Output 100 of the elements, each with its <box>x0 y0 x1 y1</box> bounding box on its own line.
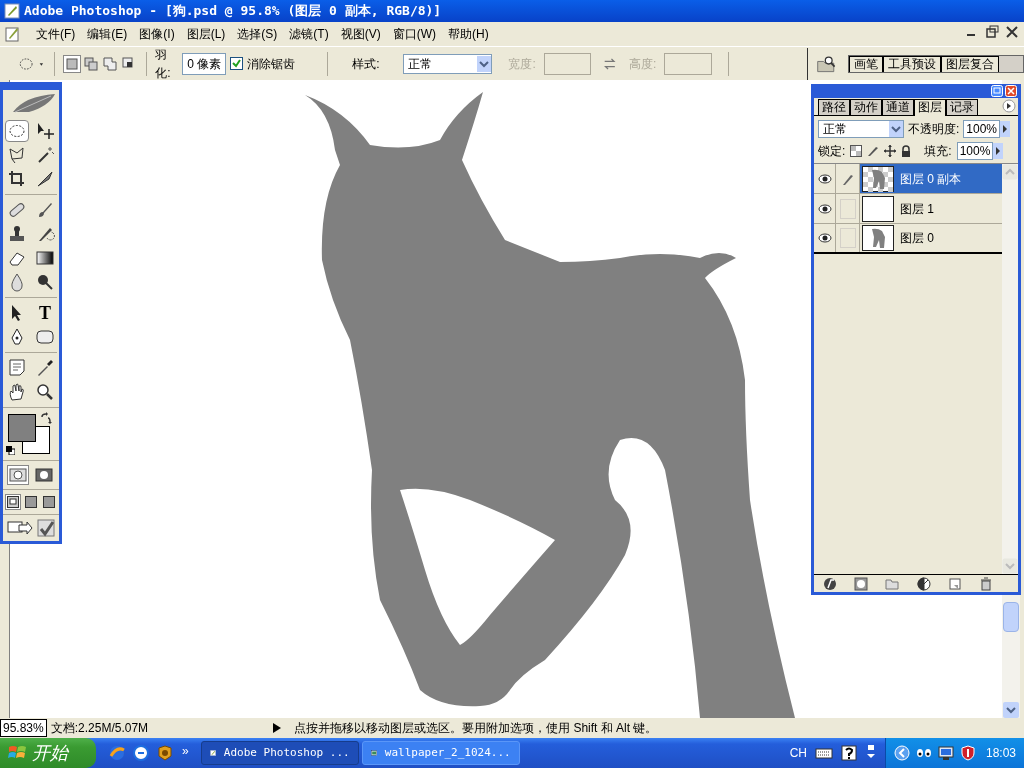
menu-item[interactable]: 文件(F) <box>30 25 82 43</box>
palette-tab[interactable]: 工具预设 <box>883 55 941 72</box>
height-label: 高度: <box>628 55 657 73</box>
width-field[interactable] <box>543 52 592 75</box>
help-icon[interactable] <box>840 745 857 761</box>
panel-tab[interactable]: 动作 <box>850 99 882 115</box>
panel-tab[interactable]: 记录 <box>946 99 978 115</box>
lock-move-icon[interactable] <box>884 145 897 157</box>
play-icon[interactable] <box>272 722 283 734</box>
selection-mode-icon <box>64 55 81 72</box>
lasso-icon <box>7 145 27 165</box>
language-indicator[interactable]: CH <box>789 744 807 762</box>
zoom-field[interactable]: 95.83% <box>0 719 47 737</box>
scroll-thumb[interactable] <box>1003 602 1019 632</box>
stamp-icon <box>7 224 27 244</box>
antialias-label: 消除锯齿 <box>247 55 296 73</box>
mask-mode-icon <box>9 468 27 482</box>
hand-icon <box>7 382 27 402</box>
start-button[interactable]: 开始 <box>0 738 96 768</box>
mask-icon[interactable] <box>854 576 868 591</box>
check-tile-icon[interactable] <box>37 519 55 537</box>
feather-field[interactable]: 0 像素 <box>182 52 227 75</box>
eye-icon[interactable] <box>817 233 832 243</box>
layer-row[interactable]: 图层 0 <box>860 224 1002 252</box>
shield-icon[interactable] <box>156 744 174 762</box>
blend-mode-dropdown[interactable]: 正常 <box>818 120 904 138</box>
gradient-icon <box>35 248 55 268</box>
height-field[interactable] <box>664 52 712 75</box>
selection-mode-icon <box>102 55 119 72</box>
default-colors-icon[interactable] <box>6 446 15 455</box>
close-icon[interactable] <box>1004 24 1020 40</box>
panel-tab[interactable]: 通道 <box>882 99 914 115</box>
menu-item[interactable]: 选择(S) <box>231 25 284 43</box>
layer-thumbnail <box>862 165 894 192</box>
layer-row[interactable]: 图层 0 副本 <box>860 164 1002 193</box>
shield-icon[interactable] <box>959 745 976 761</box>
panel-minimize-icon[interactable] <box>991 85 1003 97</box>
menu-item[interactable]: 帮助(H) <box>442 25 495 43</box>
tool-button[interactable]: T <box>33 302 57 324</box>
keyboard-icon[interactable] <box>814 746 833 760</box>
eye-icon[interactable] <box>817 173 832 184</box>
antialias-checkbox[interactable] <box>230 57 244 70</box>
layer-thumbnail <box>862 225 894 251</box>
browser-icon[interactable] <box>132 744 150 762</box>
eye-icon[interactable] <box>817 203 832 214</box>
jump-arrow-icon[interactable] <box>7 519 33 537</box>
restore-icon[interactable] <box>984 24 1000 40</box>
collapse-icon[interactable] <box>893 745 910 761</box>
scroll-down-icon[interactable] <box>1002 702 1020 718</box>
style-label: 样式: <box>352 55 380 73</box>
lock-brush-icon[interactable] <box>867 145 880 157</box>
lock-label: 锁定: <box>818 143 846 160</box>
menu-item[interactable]: 图像(I) <box>133 25 181 43</box>
swap-icon[interactable] <box>603 56 617 71</box>
globe-icon[interactable] <box>108 744 126 762</box>
opacity-field[interactable]: 100% <box>963 120 1001 138</box>
palette-tab[interactable]: 图层复合 <box>941 55 999 72</box>
taskbar-button[interactable]: wallpaper_2_1024... <box>361 741 520 765</box>
adjustment-icon[interactable] <box>916 576 931 591</box>
panel-tab[interactable]: 图层 <box>914 99 946 116</box>
layer-row[interactable]: 图层 1 <box>860 194 1002 223</box>
document-size: 文档:2.25M/5.07M <box>50 720 149 737</box>
menu-item[interactable]: 编辑(E) <box>81 25 134 43</box>
panel-tab[interactable]: 路径 <box>818 99 850 115</box>
panel-menu-icon[interactable] <box>1002 99 1016 113</box>
palette-tab[interactable]: 画笔 <box>849 55 883 72</box>
style-dropdown[interactable]: 正常 <box>403 53 493 74</box>
trash-icon[interactable] <box>979 576 994 591</box>
screen-mode-button[interactable] <box>5 494 21 510</box>
mask-mode-button[interactable] <box>7 465 29 485</box>
menu-item[interactable]: 视图(V) <box>334 25 387 43</box>
foreground-color-swatch[interactable] <box>8 414 36 442</box>
app-icon <box>4 3 20 19</box>
layer-thumbnail <box>862 195 894 222</box>
mask-mode-button[interactable] <box>33 465 55 485</box>
screen-mode-button[interactable] <box>23 494 39 510</box>
swap-colors-icon[interactable] <box>40 412 52 424</box>
chevron-button[interactable]: » <box>182 742 189 760</box>
lock-transparency-icon[interactable] <box>850 145 863 157</box>
panel-close-icon[interactable] <box>1005 85 1017 97</box>
dodge-icon <box>35 272 55 292</box>
search-icon <box>35 382 55 402</box>
fill-field[interactable]: 100% <box>956 142 994 160</box>
effects-icon[interactable] <box>822 576 837 591</box>
screen-mode-icon <box>43 496 55 508</box>
menu-item[interactable]: 滤镜(T) <box>283 25 335 43</box>
window-title: Adobe Photoshop - [狗.psd @ 95.8% (图层 0 副本, RGB/8)] <box>24 2 442 21</box>
taskbar-button[interactable]: Adobe Photoshop ... <box>200 741 359 765</box>
opacity-label: 不透明度: <box>908 121 960 138</box>
arrow-cross-icon <box>35 121 55 141</box>
menu-item[interactable]: 图层(L) <box>180 25 232 43</box>
monitor-icon[interactable] <box>937 745 954 761</box>
folder-icon[interactable] <box>885 576 900 591</box>
new-layer-icon[interactable] <box>947 576 962 591</box>
check-icon <box>232 59 242 68</box>
menu-item[interactable]: 窗口(W) <box>386 25 442 43</box>
screen-mode-button[interactable] <box>41 494 57 510</box>
lock-icon[interactable] <box>901 145 912 157</box>
eyes-icon[interactable] <box>915 747 932 759</box>
rounded-rect-icon <box>35 327 55 347</box>
